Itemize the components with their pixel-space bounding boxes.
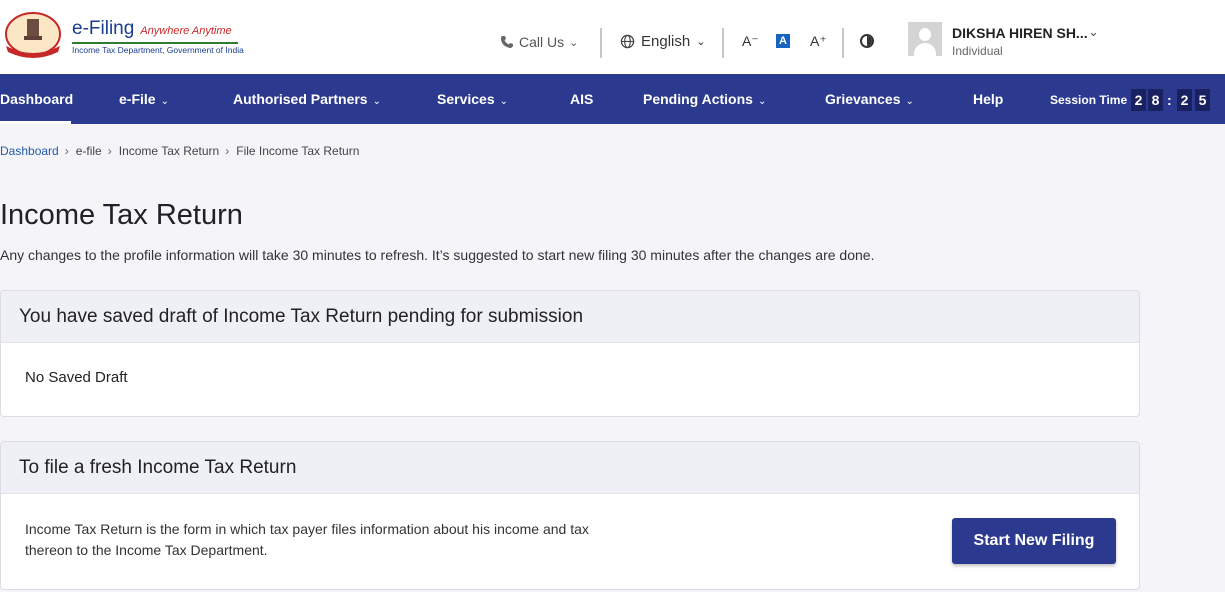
chevron-down-icon[interactable]: ⌄	[1088, 24, 1099, 40]
chevron-down-icon: ⌄	[905, 96, 914, 107]
page-title: Income Tax Return	[0, 199, 243, 231]
chevron-down-icon: ⌄	[372, 96, 381, 107]
avatar-body	[914, 43, 936, 56]
nav-label: AIS	[570, 91, 594, 107]
fresh-filing-card: To file a fresh Income Tax Return Income…	[0, 441, 1140, 590]
font-decrease-button[interactable]: A⁻	[742, 33, 759, 50]
nav-label: Pending Actions	[643, 91, 753, 107]
main-nav: Dashboard e-File ⌄ Authorised Partners ⌄ S…	[0, 74, 1225, 124]
nav-label: Authorised Partners	[233, 91, 368, 107]
chevron-down-icon: ⌄	[696, 36, 706, 48]
chevron-right-icon: ›	[225, 144, 230, 158]
nav-label: Services	[437, 91, 495, 107]
call-us-label: Call Us	[519, 34, 565, 50]
header-divider	[722, 28, 724, 58]
breadcrumb-e-file[interactable]: e-file	[76, 144, 102, 158]
brand[interactable]: e-Filing Anywhere Anytime Income Tax Depa…	[72, 18, 244, 55]
start-new-filing-button[interactable]: Start New Filing	[952, 518, 1116, 564]
brand-divider	[72, 42, 238, 44]
breadcrumb: Dashboard › e-file › Income Tax Return ›…	[0, 144, 359, 158]
breadcrumb-income-tax-return[interactable]: Income Tax Return	[119, 144, 220, 158]
globe-icon	[620, 34, 635, 49]
saved-draft-body: No Saved Draft	[25, 369, 128, 386]
nav-label: Help	[973, 91, 1004, 107]
nav-authorised-partners[interactable]: Authorised Partners ⌄	[233, 74, 381, 124]
nav-label: e-File	[119, 91, 156, 107]
chevron-down-icon: ⌄	[569, 36, 579, 49]
nav-label: Grievances	[825, 91, 901, 107]
nav-grievances[interactable]: Grievances ⌄	[825, 74, 914, 124]
session-digit: 8	[1148, 89, 1163, 111]
brand-subtitle: Income Tax Department, Government of Ind…	[72, 45, 244, 55]
contrast-icon[interactable]	[860, 34, 874, 48]
description-line: Income Tax Return is the form in which t…	[25, 521, 589, 537]
chevron-right-icon: ›	[64, 144, 69, 158]
saved-draft-title: You have saved draft of Income Tax Retur…	[1, 291, 1139, 343]
language-label: English	[641, 33, 691, 50]
nav-label: Dashboard	[0, 91, 74, 107]
chevron-down-icon: ⌄	[499, 96, 508, 107]
brand-tagline: Anywhere Anytime	[140, 25, 232, 37]
session-digit: 2	[1177, 89, 1192, 111]
nav-pending-actions[interactable]: Pending Actions ⌄	[643, 74, 766, 124]
session-colon: :	[1167, 92, 1172, 108]
user-role: Individual	[952, 44, 1003, 58]
avatar-head	[919, 28, 931, 41]
session-digit: 2	[1131, 89, 1146, 111]
user-name[interactable]: DIKSHA HIREN SH...	[952, 25, 1088, 41]
fresh-filing-description: Income Tax Return is the form in which t…	[25, 519, 645, 561]
nav-services[interactable]: Services ⌄	[437, 74, 508, 124]
nav-e-file[interactable]: e-File ⌄	[119, 74, 169, 124]
top-header: e-Filing Anywhere Anytime Income Tax Depa…	[0, 0, 1225, 74]
page-note: Any changes to the profile information w…	[0, 247, 875, 263]
chevron-down-icon: ⌄	[757, 96, 767, 107]
nav-ais[interactable]: AIS	[570, 74, 593, 124]
font-default-button[interactable]: A	[776, 34, 790, 48]
font-increase-button[interactable]: A⁺	[810, 33, 827, 50]
session-time-label: Session Time	[1050, 93, 1128, 107]
nav-dashboard[interactable]: Dashboard	[0, 74, 73, 124]
phone-icon	[501, 36, 513, 48]
chevron-right-icon: ›	[107, 144, 112, 158]
session-digit: 5	[1195, 89, 1210, 111]
nav-help[interactable]: Help	[973, 74, 1003, 124]
description-line: thereon to the Income Tax Department.	[25, 542, 268, 558]
breadcrumb-dashboard[interactable]: Dashboard	[0, 144, 59, 158]
avatar[interactable]	[908, 22, 942, 56]
header-divider	[842, 28, 844, 58]
language-dropdown[interactable]: English ⌄	[620, 33, 705, 50]
emblem-logo-icon[interactable]	[2, 10, 64, 60]
chevron-down-icon: ⌄	[160, 96, 169, 107]
fresh-filing-title: To file a fresh Income Tax Return	[1, 442, 1139, 494]
brand-title: e-Filing	[72, 18, 135, 39]
saved-draft-card: You have saved draft of Income Tax Retur…	[0, 290, 1140, 417]
header-divider	[600, 28, 602, 58]
call-us-dropdown[interactable]: Call Us ⌄	[500, 34, 578, 50]
breadcrumb-file-income-tax-return: File Income Tax Return	[236, 144, 360, 158]
